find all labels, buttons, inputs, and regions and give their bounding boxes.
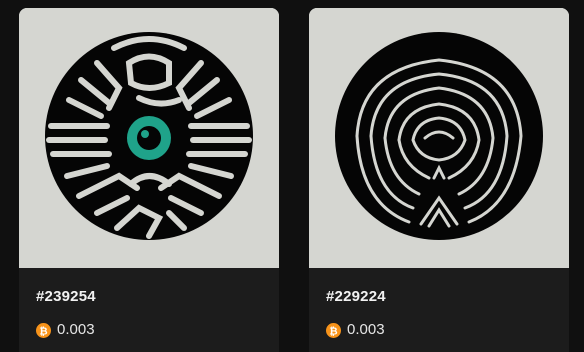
bitcoin-icon: ₿ — [326, 322, 341, 338]
price-row: ₿ 0.003 — [36, 320, 262, 340]
nft-card[interactable]: #229224 ₿ 0.003 — [309, 8, 569, 352]
bitcoin-icon: ₿ — [36, 322, 51, 338]
svg-text:₿: ₿ — [329, 325, 337, 337]
nft-grid: #239254 ₿ 0.003 #229224 ₿ 0.003 — [0, 0, 584, 352]
nft-card[interactable]: #239254 ₿ 0.003 — [19, 8, 279, 352]
price-value: 0.003 — [57, 321, 95, 338]
nft-id-label[interactable]: #229224 — [326, 287, 552, 307]
nft-artwork-image[interactable] — [309, 8, 569, 268]
nft-id-label[interactable]: #239254 — [36, 287, 262, 307]
price-row: ₿ 0.003 — [326, 320, 552, 340]
svg-text:₿: ₿ — [39, 325, 47, 337]
nft-artwork-image[interactable] — [19, 8, 279, 268]
price-value: 0.003 — [347, 321, 385, 338]
